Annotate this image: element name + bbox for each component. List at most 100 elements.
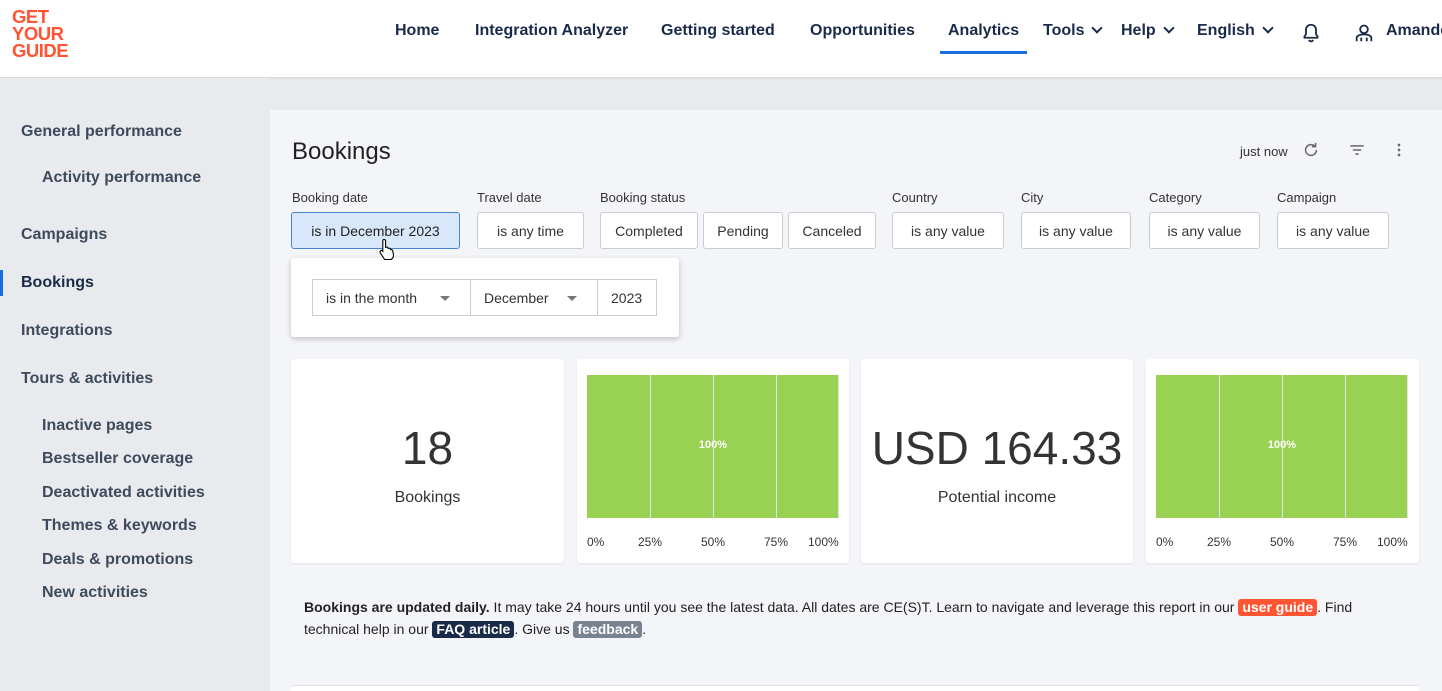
filter-label-booking-status: Booking status [600, 190, 686, 205]
nav-opportunities[interactable]: Opportunities [810, 22, 915, 40]
chevron-down-icon [1163, 22, 1175, 34]
bar-chart-plot: 100% [1156, 375, 1408, 518]
sidebar-item-bookings[interactable]: Bookings [21, 274, 94, 292]
category-filter[interactable]: is any value [1149, 212, 1260, 249]
user-icon[interactable] [1353, 22, 1375, 44]
info-text: . [642, 621, 647, 637]
filter-label-booking-date: Booking date [292, 190, 368, 205]
bell-icon[interactable] [1300, 22, 1322, 44]
bookings-kpi-card: 18 Bookings [291, 359, 564, 563]
gridline [1345, 375, 1346, 518]
country-filter[interactable]: is any value [892, 212, 1004, 249]
more-vert-icon[interactable] [1389, 140, 1409, 160]
sidebar: General performance Activity performance… [0, 78, 270, 691]
nav-help[interactable]: Help [1121, 22, 1175, 40]
top-navigation: GET YOUR GUIDE Home Integration Analyzer… [0, 0, 1442, 78]
nav-getting-started[interactable]: Getting started [661, 22, 775, 40]
nav-tools-label: Tools [1043, 22, 1085, 39]
travel-date-filter[interactable]: is any time [477, 212, 584, 249]
nav-integration-analyzer[interactable]: Integration Analyzer [475, 22, 628, 40]
next-card [291, 685, 1419, 691]
info-note: Bookings are updated daily. It may take … [304, 596, 1404, 640]
last-refreshed-text: just now [1240, 144, 1288, 159]
logo-line: GUIDE [12, 40, 69, 61]
sidebar-item-new-activities[interactable]: New activities [42, 584, 148, 602]
booking-date-popup: is in the month December 2023 [291, 258, 679, 337]
filter-label-travel-date: Travel date [477, 190, 542, 205]
info-bold: Bookings are updated daily. [304, 599, 490, 615]
info-text: It may take 24 hours until you see the l… [489, 599, 1239, 615]
gridline [650, 375, 651, 518]
status-completed-button[interactable]: Completed [600, 212, 698, 249]
brand-logo[interactable]: GET YOUR GUIDE [12, 7, 82, 64]
sidebar-item-tours-activities[interactable]: Tours & activities [21, 370, 153, 388]
booking-date-filter[interactable]: is in December 2023 [291, 212, 460, 249]
month-select[interactable]: December [470, 279, 598, 316]
status-canceled-button[interactable]: Canceled [788, 212, 876, 249]
faq-article-link[interactable]: FAQ article [432, 621, 515, 638]
sidebar-item-activity-performance[interactable]: Activity performance [42, 169, 201, 187]
nav-analytics[interactable]: Analytics [939, 22, 1028, 54]
x-tick-label: 25% [1207, 535, 1232, 549]
sidebar-item-integrations[interactable]: Integrations [21, 322, 113, 340]
x-tick-label: 100% [808, 535, 839, 549]
potential-income-value: USD 164.33 [871, 422, 1123, 474]
bookings-label: Bookings [394, 489, 461, 506]
x-tick-label: 75% [764, 535, 789, 549]
filter-label-city: City [1021, 190, 1044, 205]
gridline [713, 375, 714, 518]
refresh-icon[interactable] [1301, 140, 1321, 160]
page-title: Bookings [292, 138, 391, 165]
nav-language[interactable]: English [1197, 22, 1274, 40]
filter-label-country: Country [892, 190, 938, 205]
filter-label-campaign: Campaign [1277, 190, 1337, 205]
caret-down-icon [567, 296, 577, 301]
city-filter[interactable]: is any value [1021, 212, 1131, 249]
x-tick-label: 0% [1156, 535, 1174, 549]
sidebar-item-general-performance[interactable]: General performance [21, 123, 182, 141]
info-text: . Give us [514, 621, 574, 637]
filter-icon[interactable] [1347, 140, 1367, 160]
bar-chart-plot: 100% [587, 375, 839, 518]
x-tick-label: 25% [638, 535, 663, 549]
income-share-chart-card: 100% 0% 25% 50% 75% 100% [1146, 359, 1419, 563]
x-tick-label: 50% [1270, 535, 1295, 549]
chevron-down-icon [1262, 22, 1274, 34]
feedback-link[interactable]: feedback [573, 621, 643, 638]
year-input[interactable]: 2023 [597, 279, 657, 316]
gridline [1407, 375, 1408, 518]
sidebar-item-themes-keywords[interactable]: Themes & keywords [42, 517, 197, 535]
sidebar-item-deactivated-activities[interactable]: Deactivated activities [42, 484, 205, 502]
gridline [1282, 375, 1283, 518]
caret-down-icon [440, 296, 450, 301]
x-tick-label: 100% [1377, 535, 1408, 549]
x-tick-label: 50% [701, 535, 726, 549]
month-value: December [484, 289, 549, 306]
nav-user-name[interactable]: Amande [1386, 22, 1442, 40]
x-tick-label: 0% [587, 535, 605, 549]
sidebar-item-inactive-pages[interactable]: Inactive pages [42, 417, 152, 435]
date-mode-select[interactable]: is in the month [312, 279, 471, 316]
gridline [838, 375, 839, 518]
filter-label-category: Category [1149, 190, 1202, 205]
sidebar-active-marker [0, 270, 3, 296]
chevron-down-icon [1091, 22, 1104, 34]
nav-help-label: Help [1121, 22, 1156, 39]
status-pending-button[interactable]: Pending [703, 212, 783, 249]
nav-tools[interactable]: Tools [1043, 22, 1104, 40]
potential-income-label: Potential income [937, 489, 1057, 506]
hand-pointer-icon [379, 238, 395, 260]
sidebar-item-deals-promotions[interactable]: Deals & promotions [42, 551, 193, 569]
sidebar-item-campaigns[interactable]: Campaigns [21, 226, 107, 244]
sidebar-item-bestseller-coverage[interactable]: Bestseller coverage [42, 450, 193, 468]
campaign-filter[interactable]: is any value [1277, 212, 1389, 249]
user-guide-link[interactable]: user guide [1238, 599, 1318, 616]
gridline [1219, 375, 1220, 518]
dashboard-main: Bookings just now Booking date Travel da… [270, 110, 1442, 691]
bookings-count: 18 [401, 422, 454, 474]
nav-language-label: English [1197, 22, 1255, 39]
nav-home[interactable]: Home [395, 22, 439, 40]
bookings-share-chart-card: 100% 0% 25% 50% 75% 100% [577, 359, 849, 563]
date-mode-value: is in the month [326, 289, 418, 306]
x-tick-label: 75% [1333, 535, 1358, 549]
